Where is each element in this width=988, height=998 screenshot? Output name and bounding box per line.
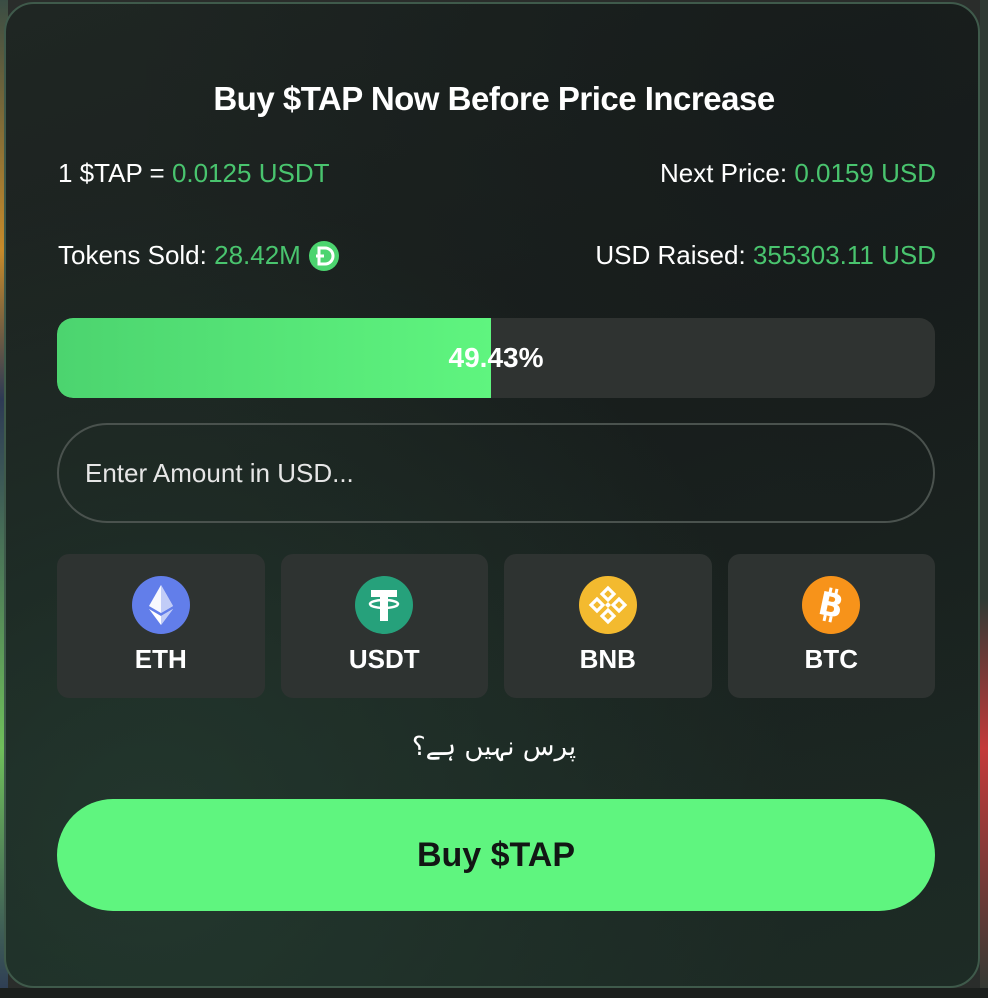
next-price: Next Price: 0.0159 USD: [660, 158, 936, 189]
usdt-label: USDT: [348, 644, 420, 674]
next-price-label: Next Price:: [659, 158, 788, 188]
stats-row: Tokens Sold: 28.42M USD Raised: 355303.1…: [58, 240, 936, 271]
payment-method-selector: ETH USDT BNB B BTC: [57, 554, 935, 698]
bnb-icon: [578, 576, 637, 634]
pay-with-eth-button[interactable]: ETH: [57, 554, 265, 698]
current-price: 1 $TAP = 0.0125 USDT: [58, 158, 329, 189]
tokens-sold: Tokens Sold: 28.42M: [58, 240, 339, 271]
current-price-label: 1 $TAP =: [58, 158, 165, 188]
current-price-value: 0.0125 USDT: [171, 158, 330, 188]
pay-with-btc-button[interactable]: B BTC: [727, 554, 935, 698]
price-row: 1 $TAP = 0.0125 USDT Next Price: 0.0159 …: [58, 158, 936, 189]
usd-raised: USD Raised: 355303.11 USD: [595, 240, 936, 271]
help-link[interactable]: پرس نہیں ہے؟: [6, 732, 982, 762]
page-title: Buy $TAP Now Before Price Increase: [213, 80, 775, 117]
bitcoin-icon: B: [802, 576, 861, 634]
usd-raised-label: USD Raised:: [595, 240, 746, 270]
tokens-sold-value: 28.42M: [214, 240, 301, 270]
amount-input[interactable]: [57, 423, 935, 523]
pay-with-bnb-button[interactable]: BNB: [504, 554, 712, 698]
ethereum-icon: [131, 576, 190, 634]
token-logo-icon: [308, 240, 339, 271]
tokens-sold-label: Tokens Sold:: [58, 240, 207, 270]
bnb-label: BNB: [579, 644, 636, 674]
next-price-value: 0.0159 USD: [794, 158, 936, 188]
pay-with-usdt-button[interactable]: USDT: [280, 554, 488, 698]
presale-widget: Buy $TAP Now Before Price Increase 1 $TA…: [4, 2, 980, 988]
background-bottom-edge: [0, 988, 988, 998]
eth-label: ETH: [134, 644, 187, 674]
sale-progress-bar: 49.43%: [57, 318, 935, 398]
background-right-edge: [980, 0, 988, 998]
tether-icon: [355, 576, 414, 634]
usd-raised-value: 355303.11 USD: [752, 240, 936, 270]
sale-progress-label: 49.43%: [448, 342, 544, 373]
buy-tap-button[interactable]: Buy $TAP: [57, 799, 935, 911]
btc-label: BTC: [804, 644, 858, 674]
